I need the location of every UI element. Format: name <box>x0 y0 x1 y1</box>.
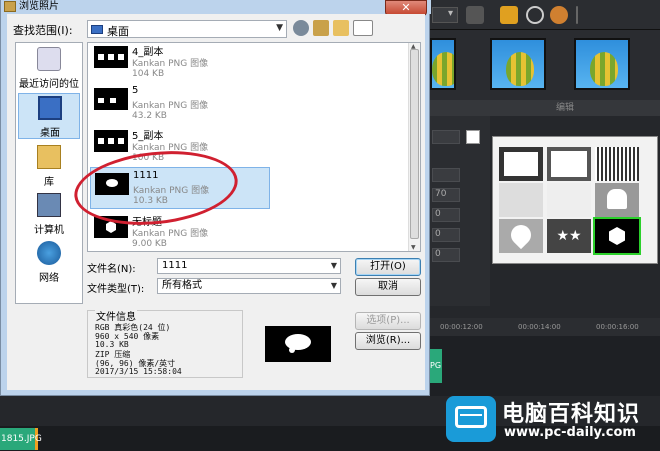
prop-field[interactable]: 0 <box>432 228 460 242</box>
view-menu-icon[interactable] <box>353 20 373 36</box>
file-thumbnail <box>94 46 128 68</box>
editor-toolbar <box>430 0 660 30</box>
options-button[interactable]: 选项(P)... <box>355 312 421 330</box>
dialog-title: 浏览照片 <box>19 1 59 12</box>
mask-thumb[interactable] <box>595 147 639 181</box>
file-size: 43.2 KB <box>132 111 167 121</box>
watermark-title: 电脑百科知识 <box>502 402 641 427</box>
prop-field[interactable]: 0 <box>432 208 460 222</box>
mask-thumb-selected[interactable] <box>593 217 641 255</box>
file-type-label: 文件类型(T): <box>87 284 145 295</box>
places-bar: 最近访问的位置 桌面 库 计算机 网络 <box>15 42 83 304</box>
library-thumb[interactable] <box>430 38 456 90</box>
look-in-value: 桌面 <box>107 25 129 38</box>
film-reel-icon[interactable] <box>550 6 568 24</box>
look-in-combo[interactable]: 桌面 ▼ <box>87 20 287 38</box>
file-type-combo[interactable]: 所有格式 ▼ <box>157 278 341 294</box>
timeline-tick: 00:00:16:00 <box>596 323 639 331</box>
open-button[interactable]: 打开(O) <box>355 258 421 276</box>
file-name-input[interactable]: 1111 ▼ <box>157 258 341 274</box>
place-label: 库 <box>44 177 54 188</box>
star-icon[interactable] <box>466 6 484 24</box>
file-item[interactable]: 5 Kankan PNG 图像 43.2 KB <box>90 83 268 125</box>
audio-icon[interactable] <box>526 6 544 24</box>
file-size: 104 KB <box>132 69 165 79</box>
place-computer[interactable]: 计算机 <box>18 191 80 237</box>
prop-field[interactable] <box>432 130 460 144</box>
scroll-down-icon[interactable]: ▼ <box>411 244 416 251</box>
browse-button[interactable]: 浏览(R)... <box>355 332 421 350</box>
dialog-titlebar[interactable]: 浏览照片 ✕ <box>1 0 431 16</box>
properties-panel: 70 0 0 0 <box>430 116 490 306</box>
file-name-label: 文件名(N): <box>87 264 136 275</box>
place-label: 桌面 <box>40 128 60 139</box>
library-thumbnails <box>430 30 660 100</box>
watermark: 电脑百科知识 www.pc-daily.com <box>446 392 660 451</box>
file-type: Kankan PNG 图像 <box>132 101 209 111</box>
desktop-icon <box>38 96 62 120</box>
computer-icon <box>37 193 61 217</box>
place-network[interactable]: 网络 <box>18 239 80 285</box>
toolbar-divider <box>576 6 578 24</box>
file-type: Kankan PNG 图像 <box>132 59 209 69</box>
timeline-ruler[interactable]: 00:00:12:00 00:00:14:00 00:00:16:00 <box>430 318 660 336</box>
folder-icon <box>4 1 16 12</box>
chevron-down-icon: ▼ <box>276 23 283 33</box>
timeline-tick: 00:00:14:00 <box>518 323 561 331</box>
file-type: Kankan PNG 图像 <box>132 229 209 239</box>
file-info-line: 10.3 KB <box>95 340 129 349</box>
bottom-clip[interactable]: 1815.JPG <box>0 428 42 450</box>
edit-tab[interactable]: 编辑 <box>430 100 660 116</box>
scrollbar-thumb[interactable] <box>410 49 419 239</box>
file-info-line: 2017/3/15 15:58:04 <box>95 367 182 376</box>
watermark-url: www.pc-daily.com <box>504 425 636 440</box>
mask-gallery: ★★ <box>492 136 658 264</box>
new-folder-icon[interactable] <box>333 20 349 36</box>
mask-thumb[interactable]: ★★ <box>547 219 591 253</box>
place-libraries[interactable]: 库 <box>18 143 80 189</box>
chevron-down-icon[interactable]: ▼ <box>331 259 337 273</box>
file-info-title: 文件信息 <box>95 308 137 323</box>
zoom-combo[interactable] <box>432 7 458 23</box>
library-thumb[interactable] <box>490 38 546 90</box>
file-thumbnail <box>94 130 128 152</box>
prop-field[interactable] <box>432 168 460 182</box>
file-name-value: 1111 <box>162 260 188 271</box>
prop-field[interactable]: 70 <box>432 188 460 202</box>
mask-thumb[interactable] <box>499 183 543 217</box>
file-list-scrollbar[interactable]: ▲ ▼ <box>408 43 420 251</box>
timeline-tick: 00:00:12:00 <box>440 323 483 331</box>
prop-field[interactable]: 0 <box>432 248 460 262</box>
timeline-track[interactable] <box>430 336 660 396</box>
recent-places-icon <box>37 47 61 71</box>
desktop-icon <box>91 25 103 34</box>
mask-thumb[interactable] <box>547 183 591 217</box>
mask-thumb[interactable] <box>595 183 639 217</box>
cancel-button[interactable]: 取消 <box>355 278 421 296</box>
timeline-clip[interactable]: PG <box>430 349 442 383</box>
place-label: 网络 <box>39 273 59 284</box>
up-folder-icon[interactable] <box>313 20 329 36</box>
place-label: 计算机 <box>34 225 64 236</box>
mask-thumb[interactable] <box>547 147 591 181</box>
color-swatch[interactable] <box>466 130 480 144</box>
libraries-icon <box>37 145 61 169</box>
file-thumbnail <box>94 88 128 110</box>
mask-thumb[interactable] <box>499 147 543 181</box>
back-icon[interactable] <box>293 20 309 36</box>
network-icon <box>37 241 61 265</box>
file-item[interactable]: 4_副本 Kankan PNG 图像 104 KB <box>90 43 268 83</box>
image-preview <box>265 326 331 362</box>
place-desktop[interactable]: 桌面 <box>18 93 80 139</box>
chevron-down-icon: ▼ <box>330 281 337 290</box>
place-recent[interactable]: 最近访问的位置 <box>18 45 80 105</box>
file-name: 5 <box>132 85 139 96</box>
library-thumb[interactable] <box>574 38 630 90</box>
look-in-label: 查找范围(I): <box>13 24 73 37</box>
mask-thumb[interactable] <box>499 219 543 253</box>
file-type-value: 所有格式 <box>162 280 202 291</box>
watermark-logo <box>446 396 496 442</box>
file-size: 9.00 KB <box>132 239 167 249</box>
folder-icon[interactable] <box>500 6 518 24</box>
